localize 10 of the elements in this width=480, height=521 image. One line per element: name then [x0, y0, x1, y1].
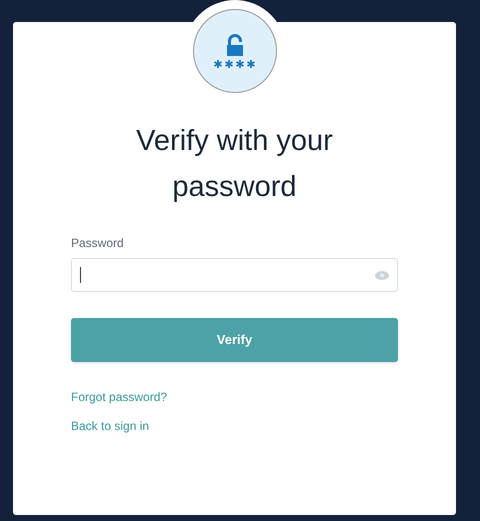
text-cursor: [80, 267, 81, 283]
verify-button[interactable]: Verify: [71, 318, 398, 362]
text-link[interactable]: Back to sign in: [71, 417, 150, 435]
page-title: password: [172, 170, 297, 205]
eye-icon[interactable]: [375, 270, 389, 280]
field-label: Password: [71, 235, 125, 252]
text-link[interactable]: Forgot password?: [71, 388, 168, 406]
password-field[interactable]: [71, 258, 398, 292]
password-icon: [213, 33, 257, 69]
page-title: Verify with your: [136, 124, 333, 159]
